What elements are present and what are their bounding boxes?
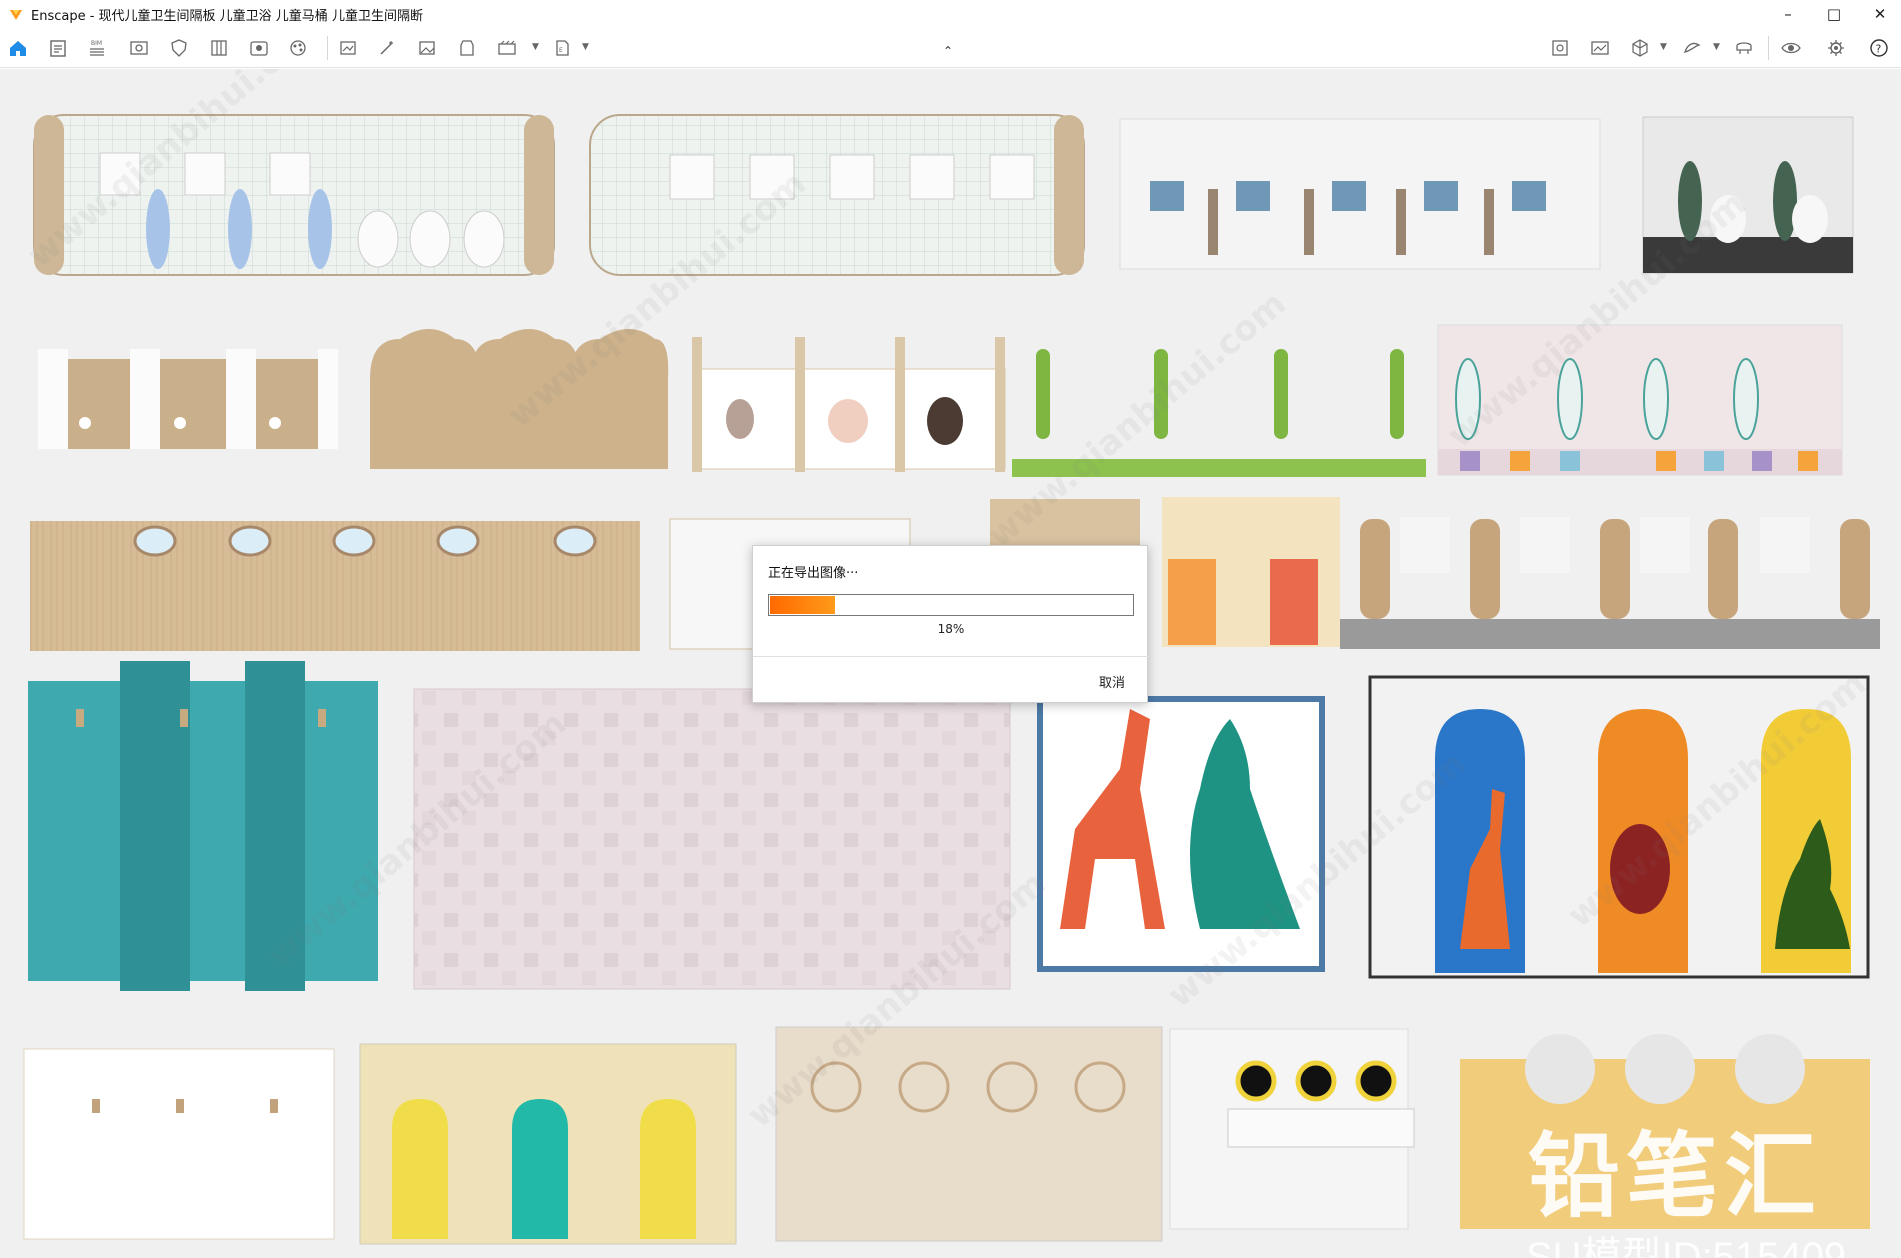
porthole-wood-stalls <box>30 521 640 651</box>
project-icon <box>50 40 66 57</box>
wood-divider-washbasin-row <box>1340 517 1880 649</box>
capture-view-button[interactable] <box>1547 36 1573 60</box>
shield-icon <box>171 39 187 57</box>
sky-dropdown-chevron-icon[interactable]: ▼ <box>1713 42 1720 52</box>
cube-button[interactable] <box>1627 36 1653 60</box>
cube-dropdown-chevron-icon[interactable]: ▼ <box>1660 42 1667 52</box>
panels-button[interactable] <box>206 36 232 60</box>
visual-settings-button[interactable] <box>1778 36 1804 60</box>
close-button[interactable]: ✕ <box>1857 0 1901 28</box>
visual-settings-icon <box>1781 42 1801 54</box>
home-icon <box>10 41 26 56</box>
sky-icon <box>1683 42 1701 53</box>
video-export-button[interactable] <box>494 36 520 60</box>
white-arch-stalls <box>23 1048 335 1240</box>
progress-fill <box>770 596 835 614</box>
view-icon <box>130 41 148 55</box>
svg-text:?: ? <box>1876 43 1882 56</box>
panels-icon <box>211 40 227 56</box>
main-toolbar: BIM ▼ E ▼ ⌃ ▼ ▼ ? <box>0 28 1901 68</box>
collapse-toolbar-chevron-icon[interactable]: ⌃ <box>943 44 953 58</box>
sky-button[interactable] <box>1679 36 1705 60</box>
export-progress-bar <box>768 594 1134 616</box>
asset-library-button[interactable] <box>246 36 272 60</box>
export-icon: E <box>556 40 569 56</box>
settings-frame-icon <box>1591 41 1609 55</box>
view-button[interactable] <box>126 36 152 60</box>
help-icon: ? <box>1870 39 1888 57</box>
brand-watermark: 铅笔汇 SU模型ID:515409 <box>1520 1114 1890 1258</box>
material-editor-icon <box>290 40 306 56</box>
title-bar: Enscape - 现代儿童卫生间隔板 儿童卫浴 儿童马桶 儿童卫生间隔断 – … <box>0 0 1901 28</box>
enscape-logo-icon <box>10 10 22 20</box>
general-settings-button[interactable] <box>1823 36 1849 60</box>
home-button[interactable] <box>5 36 31 60</box>
model-id-label: SU模型ID:515409 <box>1526 1235 1847 1258</box>
wood-stall-small-row <box>38 349 338 449</box>
gear-icon <box>1828 40 1844 56</box>
orange-red-stalls <box>1162 497 1340 647</box>
asset-library-icon <box>250 41 268 56</box>
animal-print-stalls <box>692 337 1006 472</box>
bim-icon: BIM <box>90 40 104 56</box>
material-editor-button[interactable] <box>285 36 311 60</box>
vr-headset-icon <box>1736 42 1752 54</box>
cancel-button[interactable]: 取消 <box>1091 668 1133 695</box>
brand-name: 铅笔汇 <box>1528 1123 1823 1230</box>
screenshot-button[interactable] <box>335 36 361 60</box>
urinal-wall-2 <box>589 114 1085 276</box>
vr-headset-button[interactable] <box>1731 36 1757 60</box>
batch-render-button[interactable] <box>374 36 400 60</box>
batch-render-icon <box>380 41 393 55</box>
blue-urinal-wall <box>1119 118 1601 270</box>
panorama-button[interactable] <box>454 36 480 60</box>
video-dropdown-chevron-icon[interactable]: ▼ <box>532 42 539 52</box>
capture-view-icon <box>1552 40 1568 56</box>
dialog-title: 正在导出图像··· <box>768 566 859 581</box>
export-dropdown-chevron-icon[interactable]: ▼ <box>582 42 589 52</box>
progress-percent: 18% <box>937 622 965 636</box>
svg-text:E: E <box>559 47 563 54</box>
cube-icon <box>1632 39 1648 57</box>
video-export-icon <box>498 40 516 55</box>
bim-button[interactable]: BIM <box>84 36 110 60</box>
pink-pattern-stalls <box>413 688 1011 990</box>
image-export-icon <box>419 41 435 55</box>
yellow-teal-stalls <box>359 1043 737 1245</box>
shield-button[interactable] <box>166 36 192 60</box>
minimize-button[interactable]: – <box>1765 0 1811 28</box>
window-title: Enscape - 现代儿童卫生间隔板 儿童卫浴 儿童马桶 儿童卫生间隔断 <box>31 8 423 24</box>
screenshot-icon <box>340 41 356 55</box>
round-mirror-washbasin <box>1169 1028 1415 1230</box>
export-progress-dialog: 正在导出图像··· 18% 取消 <box>752 545 1149 703</box>
maximize-button[interactable]: □ <box>1811 0 1857 28</box>
dialog-divider <box>753 656 1149 657</box>
svg-text:BIM: BIM <box>91 40 102 47</box>
panorama-icon <box>460 40 474 56</box>
settings-frame-button[interactable] <box>1587 36 1613 60</box>
image-export-button[interactable] <box>414 36 440 60</box>
project-button[interactable] <box>45 36 71 60</box>
export-button[interactable]: E <box>549 36 575 60</box>
help-button[interactable]: ? <box>1866 36 1892 60</box>
